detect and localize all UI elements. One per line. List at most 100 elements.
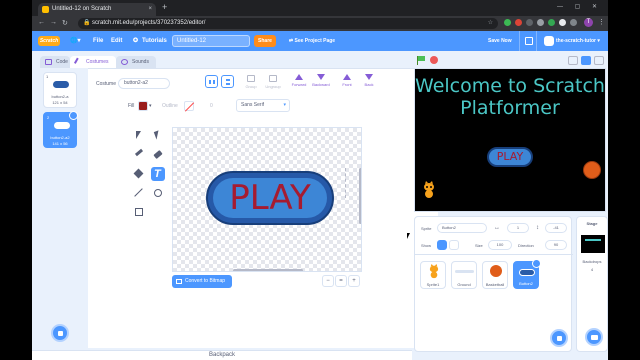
see-project-page-button[interactable]: ⇄ See Project Page — [282, 35, 342, 47]
line-tool[interactable] — [132, 186, 146, 200]
circle-tool[interactable] — [151, 186, 165, 200]
share-button[interactable]: Share — [254, 35, 276, 47]
bookmark-star-icon[interactable]: ☆ — [488, 18, 493, 29]
zoom-in-button[interactable]: + — [348, 275, 360, 287]
tutorials-icon[interactable]: ✪ — [133, 31, 138, 51]
fill-color-swatch[interactable] — [138, 101, 148, 111]
convert-to-bitmap-button[interactable]: Convert to Bitmap — [172, 275, 232, 288]
fill-tool[interactable] — [132, 167, 146, 181]
extension-icon[interactable] — [548, 19, 555, 26]
stop-icon[interactable] — [430, 56, 438, 64]
globe-icon[interactable]: 🌐▾ — [70, 31, 80, 51]
chrome-menu-icon[interactable]: ⋮ — [598, 18, 605, 26]
url-text: scratch.mit.edu/projects/370237352/edito… — [92, 20, 206, 26]
green-flag-icon[interactable] — [417, 56, 425, 65]
sprite-name-input[interactable]: Button2 — [437, 223, 487, 233]
small-stage-button[interactable] — [568, 56, 578, 65]
menu-file[interactable]: File — [93, 31, 103, 51]
ungroup-button[interactable]: Ungroup — [260, 74, 286, 96]
browser-tab[interactable]: Untitled-12 on Scratch × — [38, 3, 156, 16]
save-now-button[interactable]: Save Now — [488, 31, 512, 51]
sprite-thumb-sprite1[interactable]: Sprite1 — [420, 261, 446, 289]
paint-canvas[interactable]: PLAY — [172, 127, 362, 272]
extension-icon[interactable] — [526, 19, 533, 26]
sprite-thumb-ground[interactable]: Ground — [451, 261, 477, 289]
choose-sprite-button[interactable] — [550, 329, 568, 347]
choose-backdrop-button[interactable] — [585, 328, 603, 346]
profile-avatar[interactable]: T — [584, 18, 593, 27]
scratch-logo[interactable]: Scratch — [38, 36, 60, 46]
size-input[interactable]: 100 — [488, 240, 512, 250]
stage-canvas[interactable]: Welcome to Scratch Platformer PLAY — [414, 68, 606, 212]
sprite-thumb-button2[interactable]: Button2 — [513, 259, 541, 289]
flip-vertical-button[interactable] — [221, 75, 234, 88]
cat-sprite-icon[interactable] — [422, 181, 436, 199]
select-tool[interactable] — [132, 129, 146, 143]
outline-width-value[interactable]: 0 — [210, 103, 213, 109]
fullscreen-button[interactable] — [594, 56, 604, 65]
canvas-play-text[interactable]: PLAY — [208, 173, 332, 223]
zoom-reset-button[interactable]: = — [335, 275, 347, 287]
reload-icon[interactable]: ↻ — [62, 19, 68, 27]
back-button[interactable]: Back — [356, 74, 382, 96]
direction-input[interactable]: 90 — [545, 240, 567, 250]
costume-item[interactable]: 1 button2-a 121 x 54 — [43, 72, 77, 108]
backpack-bar[interactable]: Backpack — [32, 350, 412, 360]
back-icon[interactable]: ← — [38, 19, 45, 26]
window-controls[interactable]: — ▢ ✕ — [557, 3, 602, 10]
rectangle-tool[interactable] — [132, 205, 146, 219]
eraser-icon — [153, 150, 163, 159]
delete-costume-icon[interactable] — [69, 111, 78, 120]
flip-horizontal-button[interactable] — [205, 75, 218, 88]
normal-stage-button[interactable] — [581, 56, 591, 65]
brush-tool[interactable] — [132, 148, 146, 162]
extension-icon[interactable] — [570, 19, 577, 26]
outline-color-swatch[interactable] — [184, 101, 194, 111]
horizontal-scrollbar[interactable] — [233, 269, 303, 271]
tab-code[interactable]: Code — [40, 56, 70, 68]
vertical-scrollbar[interactable] — [359, 168, 361, 224]
tab-costumes[interactable]: Costumes — [70, 56, 116, 68]
costume-number: 1 — [46, 74, 49, 79]
fill-dropdown-icon[interactable]: ▾ — [149, 103, 152, 109]
reshape-tool[interactable] — [151, 129, 165, 143]
choose-costume-button[interactable] — [51, 324, 69, 342]
y-position-input[interactable]: -41 — [545, 223, 567, 233]
menu-edit[interactable]: Edit — [111, 31, 122, 51]
delete-sprite-icon[interactable] — [532, 259, 541, 268]
x-position-input[interactable]: 1 — [507, 223, 529, 233]
font-select[interactable]: Sans Serif ▾ — [236, 99, 290, 112]
tab-code-label: Code — [56, 59, 68, 65]
eraser-tool[interactable] — [151, 148, 165, 162]
extension-icon[interactable] — [504, 19, 511, 26]
size-label: Size — [475, 243, 483, 248]
show-hidden-button[interactable] — [449, 240, 459, 250]
costume-name: button2-a2 — [50, 135, 70, 140]
project-title-input[interactable]: Untitled-12 — [172, 35, 250, 47]
extension-icon[interactable] — [515, 19, 522, 26]
text-tool[interactable]: T — [151, 167, 165, 181]
menu-tutorials[interactable]: Tutorials — [142, 31, 167, 51]
show-visible-button[interactable] — [437, 240, 447, 250]
sprite-thumb-basketball[interactable]: Basketball — [482, 261, 508, 289]
play-button-costume[interactable]: PLAY — [206, 171, 334, 225]
my-stuff-button[interactable] — [519, 31, 537, 51]
extension-icon[interactable] — [537, 19, 544, 26]
ground-thumbnail — [455, 270, 474, 273]
costume-name-input[interactable]: button2-a2 — [118, 78, 170, 89]
flip-vertical-icon — [226, 79, 230, 85]
stage-play-button[interactable]: PLAY — [487, 147, 533, 167]
forward-icon[interactable]: → — [50, 19, 57, 26]
basketball-sprite[interactable] — [583, 161, 601, 179]
costume-item-selected[interactable]: 2 button2-a2 141 x 56 — [43, 111, 78, 148]
address-bar[interactable]: 🔒 scratch.mit.edu/projects/370237352/edi… — [78, 18, 498, 29]
new-tab-button[interactable]: + — [162, 2, 167, 12]
tab-close-icon[interactable]: × — [148, 3, 152, 16]
backward-button[interactable]: Backward — [308, 74, 334, 96]
tab-sounds[interactable]: Sounds — [116, 56, 156, 68]
zoom-out-button[interactable]: − — [322, 275, 334, 287]
account-menu[interactable]: the-scratch-tutor ▾ — [544, 31, 600, 51]
direction-label: Direction — [518, 243, 534, 248]
extension-icon[interactable] — [559, 19, 566, 26]
selection-handle[interactable] — [345, 168, 348, 198]
